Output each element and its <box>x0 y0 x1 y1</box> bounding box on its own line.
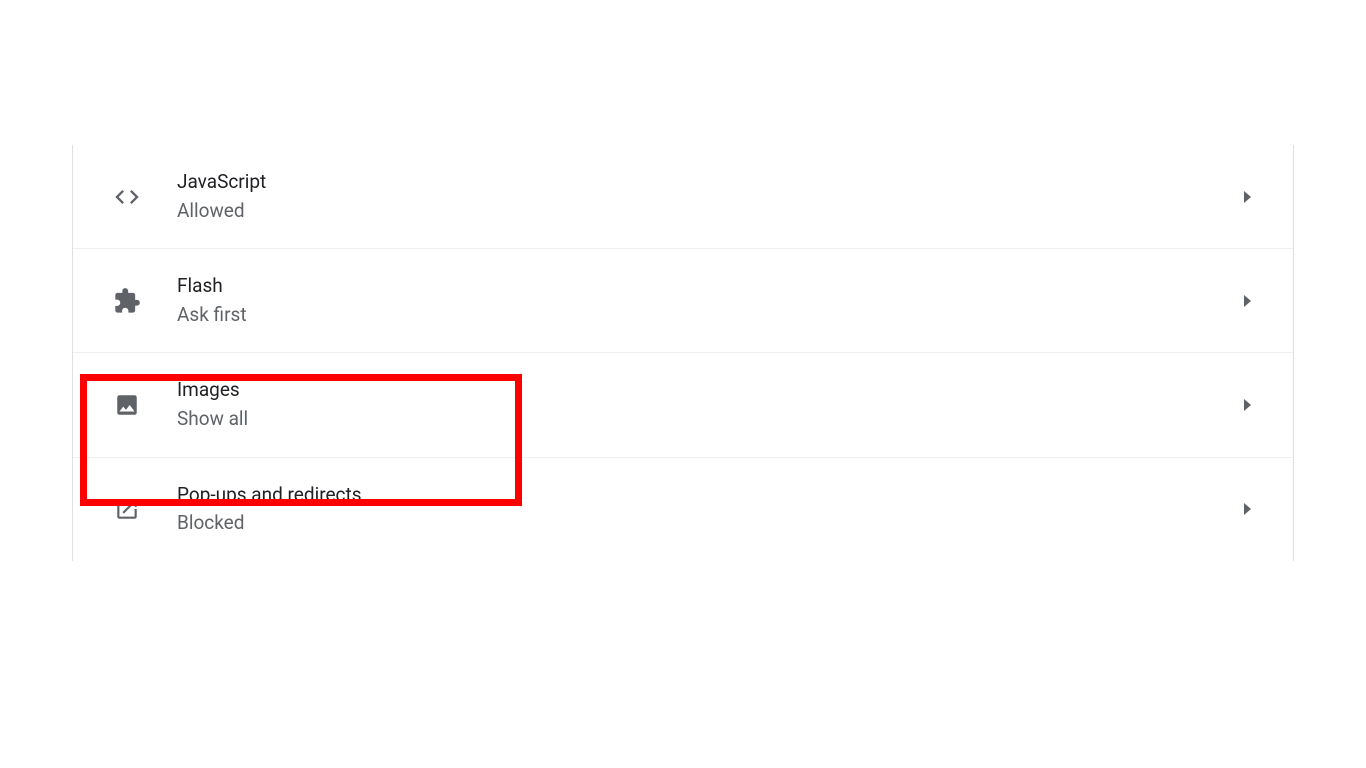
row-subtitle: Blocked <box>177 510 1244 537</box>
row-title: Flash <box>177 273 1244 300</box>
row-subtitle: Ask first <box>177 302 1244 329</box>
row-content: Flash Ask first <box>177 273 1244 328</box>
chevron-right-icon <box>1244 191 1251 203</box>
chevron-right-icon <box>1244 399 1251 411</box>
code-icon <box>113 183 141 211</box>
row-content: JavaScript Allowed <box>177 169 1244 224</box>
puzzle-icon <box>113 287 141 315</box>
settings-row-images[interactable]: Images Show all <box>73 353 1293 457</box>
popup-icon <box>113 495 141 523</box>
row-subtitle: Show all <box>177 406 1244 433</box>
site-settings-list: JavaScript Allowed Flash Ask first Image… <box>72 145 1294 561</box>
settings-row-javascript[interactable]: JavaScript Allowed <box>73 145 1293 249</box>
row-subtitle: Allowed <box>177 198 1244 225</box>
row-content: Pop-ups and redirects Blocked <box>177 482 1244 537</box>
row-title: Pop-ups and redirects <box>177 482 1244 509</box>
row-title: JavaScript <box>177 169 1244 196</box>
row-content: Images Show all <box>177 377 1244 432</box>
image-icon <box>113 391 141 419</box>
settings-row-popups[interactable]: Pop-ups and redirects Blocked <box>73 458 1293 561</box>
row-title: Images <box>177 377 1244 404</box>
settings-row-flash[interactable]: Flash Ask first <box>73 249 1293 353</box>
chevron-right-icon <box>1244 503 1251 515</box>
chevron-right-icon <box>1244 295 1251 307</box>
